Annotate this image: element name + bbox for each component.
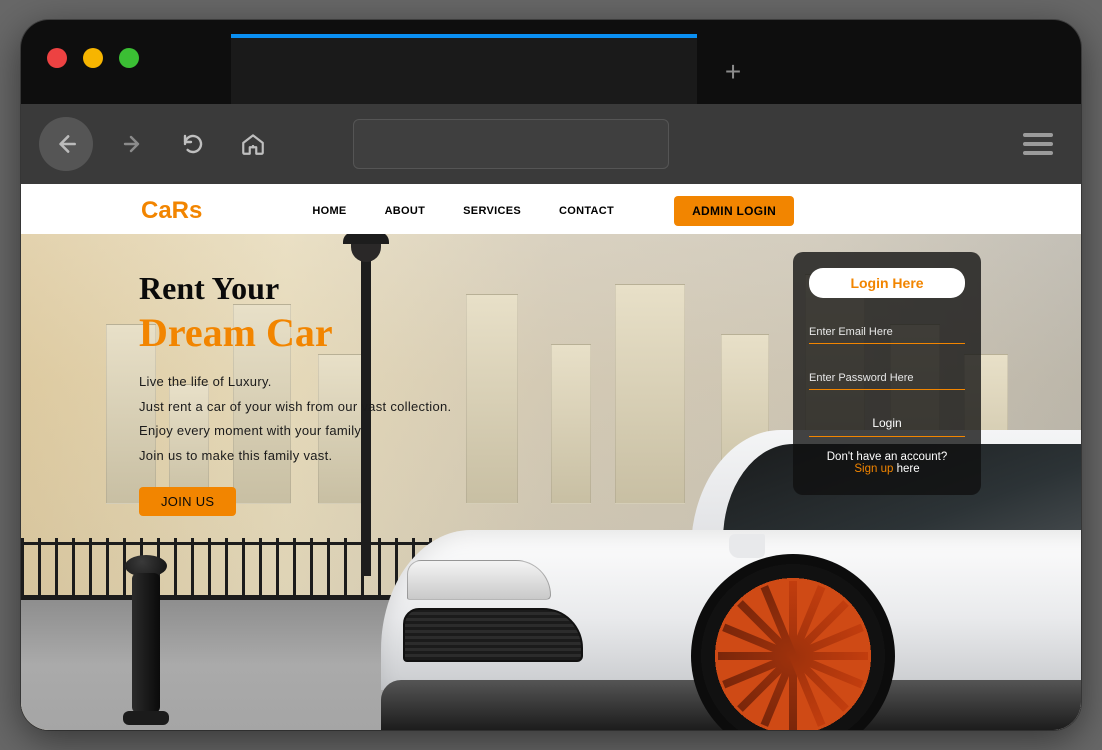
no-account-label: Don't have an account? <box>827 451 947 463</box>
hero-content: Rent Your Dream Car Live the life of Lux… <box>139 270 559 516</box>
page-content: CaRs HOME ABOUT SERVICES CONTACT ADMIN L… <box>21 184 1081 730</box>
home-icon <box>240 131 266 157</box>
reload-icon <box>181 132 205 156</box>
bollard-decoration <box>129 555 163 725</box>
arrow-right-icon <box>121 132 145 156</box>
site-header: CaRs HOME ABOUT SERVICES CONTACT ADMIN L… <box>21 184 1081 234</box>
site-logo[interactable]: CaRs <box>141 197 202 225</box>
signup-link[interactable]: Sign up <box>854 463 893 475</box>
nav-home[interactable]: HOME <box>312 205 346 217</box>
home-button[interactable] <box>233 124 273 164</box>
nav-about[interactable]: ABOUT <box>385 205 426 217</box>
back-button[interactable] <box>39 117 93 171</box>
password-field[interactable] <box>809 366 965 390</box>
browser-tab-active[interactable] <box>231 34 697 104</box>
browser-menu-button[interactable] <box>1023 129 1053 159</box>
login-card: Login Here Login Don't have an account? … <box>793 252 981 495</box>
hero-para-line: Join us to make this family vast. <box>139 444 559 469</box>
login-button[interactable]: Login <box>809 416 965 437</box>
email-field[interactable] <box>809 320 965 344</box>
signup-suffix: here <box>893 463 919 475</box>
lamphead-decoration <box>343 232 389 264</box>
hamburger-icon <box>1023 133 1053 137</box>
join-us-button[interactable]: JOIN US <box>139 487 236 516</box>
window-controls <box>47 48 139 68</box>
hero-para-line: Live the life of Luxury. <box>139 370 559 395</box>
arrow-left-icon <box>53 131 79 157</box>
hero-title-line1: Rent Your <box>139 270 559 307</box>
minimize-window-button[interactable] <box>83 48 103 68</box>
nav-services[interactable]: SERVICES <box>463 205 521 217</box>
maximize-window-button[interactable] <box>119 48 139 68</box>
nav-contact[interactable]: CONTACT <box>559 205 614 217</box>
hero-title-line2: Dream Car <box>139 309 559 356</box>
hero-paragraph: Live the life of Luxury. Just rent a car… <box>139 370 559 469</box>
browser-toolbar <box>21 104 1081 184</box>
browser-tab-strip: + <box>21 20 1081 104</box>
hero-para-line: Just rent a car of your wish from our va… <box>139 395 559 420</box>
signup-text: Don't have an account? Sign up here <box>809 451 965 475</box>
forward-button[interactable] <box>113 124 153 164</box>
reload-button[interactable] <box>173 124 213 164</box>
browser-window-frame: + CaRs HOME ABOUT SERVICES CONTACT <box>21 20 1081 730</box>
new-tab-button[interactable]: + <box>721 60 745 84</box>
address-bar[interactable] <box>353 119 669 169</box>
main-nav: HOME ABOUT SERVICES CONTACT <box>312 205 614 217</box>
close-window-button[interactable] <box>47 48 67 68</box>
hero-para-line: Enjoy every moment with your family <box>139 419 559 444</box>
login-title: Login Here <box>809 268 965 298</box>
admin-login-button[interactable]: ADMIN LOGIN <box>674 196 794 226</box>
